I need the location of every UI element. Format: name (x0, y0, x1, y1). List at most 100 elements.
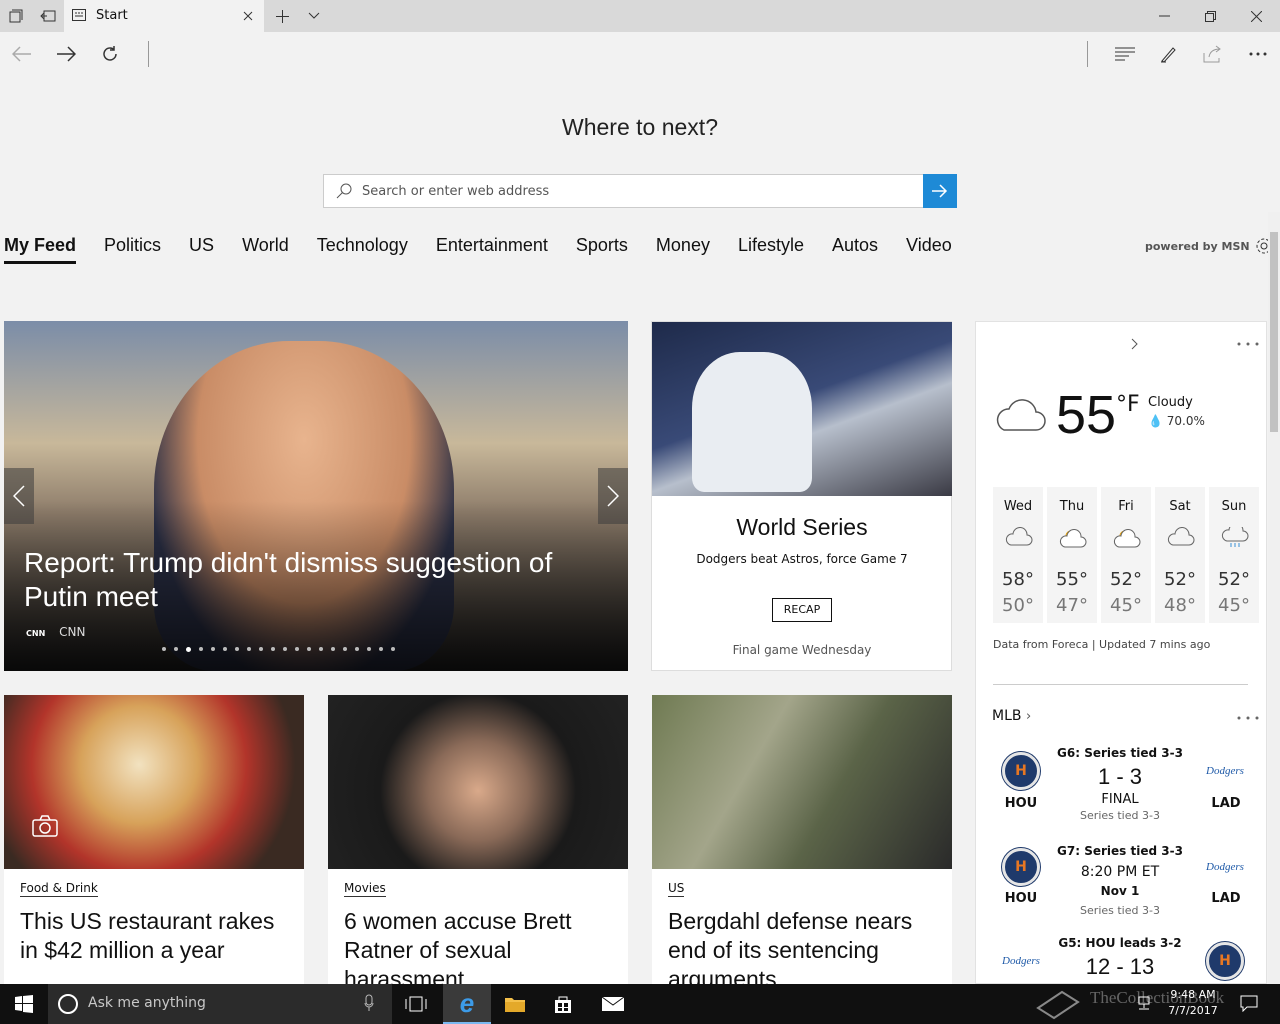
world-series-card[interactable]: World Series Dodgers beat Astros, force … (651, 321, 952, 671)
partly-sunny-icon (1113, 527, 1141, 553)
web-note-icon[interactable] (1157, 42, 1181, 66)
carousel-dot[interactable] (259, 647, 263, 651)
back-icon[interactable] (10, 42, 34, 66)
carousel-dot[interactable] (367, 647, 371, 651)
scrollbar-thumb[interactable] (1270, 232, 1278, 432)
category-my-feed[interactable]: My Feed (4, 232, 77, 264)
forecast-day[interactable]: Sat 52° 48° (1155, 487, 1205, 623)
more-icon[interactable] (1246, 42, 1270, 66)
edge-logo-icon: e (459, 987, 475, 1018)
search-box[interactable] (323, 174, 957, 208)
tab-start[interactable]: Start (64, 0, 264, 32)
forecast-day[interactable]: Wed 58° 50° (993, 487, 1043, 623)
game-header: G5: HOU leads 3-2 (1058, 936, 1182, 950)
edge-taskbar-icon[interactable]: e (443, 984, 491, 1024)
news-tile[interactable]: Movies 6 women accuse Brett Ratner of se… (328, 695, 628, 984)
carousel-dot[interactable] (295, 647, 299, 651)
tile-category[interactable]: US (668, 881, 685, 897)
tab-manager-icon[interactable] (6, 6, 26, 26)
category-money[interactable]: Money (656, 232, 710, 264)
tile-title[interactable]: 6 women accuse Brett Ratner of sexual ha… (344, 907, 619, 984)
weather-next-icon[interactable] (1126, 336, 1142, 352)
carousel-dot[interactable] (211, 647, 215, 651)
new-tab-icon[interactable] (272, 6, 292, 26)
carousel-dot[interactable] (355, 647, 359, 651)
carousel-dot[interactable] (186, 647, 191, 652)
search-input[interactable] (362, 175, 922, 207)
forecast-day[interactable]: Thu 55° 47° (1047, 487, 1097, 623)
close-window-icon[interactable] (1244, 6, 1268, 26)
recap-button[interactable]: RECAP (772, 598, 832, 622)
carousel-dot[interactable] (174, 647, 178, 651)
notifications-icon[interactable] (1240, 994, 1258, 1012)
restore-icon[interactable] (1198, 6, 1222, 26)
mlb-header[interactable]: MLB › (992, 708, 1031, 724)
mlb-game[interactable]: H HOU G6: Series tied 3-3 1 - 3 FINAL Se… (992, 744, 1248, 834)
tile-category[interactable]: Food & Drink (20, 881, 98, 897)
forecast-day[interactable]: Sun 52° 45° (1209, 487, 1259, 623)
weather-source[interactable]: Data from Foreca | Updated 7 mins ago (993, 638, 1210, 651)
minimize-icon[interactable] (1152, 6, 1176, 26)
hub-icon[interactable] (1113, 42, 1137, 66)
forecast-day-label: Thu (1059, 499, 1085, 514)
close-tab-icon[interactable] (240, 8, 256, 24)
category-autos[interactable]: Autos (832, 232, 878, 264)
forecast-day[interactable]: Fri 52° 45° (1101, 487, 1151, 623)
category-technology[interactable]: Technology (317, 232, 408, 264)
category-world[interactable]: World (242, 232, 289, 264)
weather-more-icon[interactable] (1236, 336, 1260, 352)
carousel-next-button[interactable] (598, 468, 628, 524)
go-button[interactable] (923, 174, 957, 208)
mlb-game[interactable]: Dodgers G5: HOU leads 3-2 12 - 13 H (992, 936, 1248, 983)
category-lifestyle[interactable]: Lifestyle (738, 232, 804, 264)
set-aside-tabs-icon[interactable] (38, 6, 58, 26)
carousel-dot[interactable] (162, 647, 166, 651)
news-tile[interactable]: US Bergdahl defense nears end of its sen… (652, 695, 952, 984)
forecast-low: 50° (1002, 595, 1034, 616)
forward-icon[interactable] (54, 42, 78, 66)
news-tile[interactable]: Food & Drink This US restaurant rakes in… (4, 695, 304, 984)
refresh-icon[interactable] (98, 42, 122, 66)
share-icon[interactable] (1201, 42, 1225, 66)
hero-carousel[interactable]: Report: Trump didn't dismiss suggestion … (4, 321, 628, 671)
tab-preview-chevron-icon[interactable] (304, 6, 324, 26)
windows-start-icon[interactable] (0, 984, 48, 1024)
carousel-dot[interactable] (391, 647, 395, 651)
category-us[interactable]: US (189, 232, 214, 264)
carousel-dot[interactable] (199, 647, 203, 651)
mlb-more-icon[interactable] (1236, 710, 1260, 726)
batter-figure (692, 352, 812, 492)
task-view-icon[interactable] (392, 984, 440, 1024)
network-icon[interactable] (1136, 995, 1152, 1011)
carousel-dot[interactable] (283, 647, 287, 651)
category-video[interactable]: Video (906, 232, 952, 264)
mlb-game[interactable]: H HOU G7: Series tied 3-3 8:20 PM ET Nov… (992, 842, 1248, 932)
carousel-dot[interactable] (331, 647, 335, 651)
taskbar-clock[interactable]: 9:48 AM 7/7/2017 (1158, 987, 1228, 1019)
carousel-dot[interactable] (223, 647, 227, 651)
carousel-dot[interactable] (235, 647, 239, 651)
tile-title[interactable]: Bergdahl defense nears end of its senten… (668, 907, 943, 984)
mail-icon[interactable] (589, 984, 637, 1024)
carousel-dot[interactable] (343, 647, 347, 651)
category-politics[interactable]: Politics (104, 232, 161, 264)
carousel-dot[interactable] (247, 647, 251, 651)
carousel-dot[interactable] (379, 647, 383, 651)
forecast-low: 45° (1218, 595, 1250, 616)
carousel-dot[interactable] (271, 647, 275, 651)
powered-by-label: powered by MSN (1145, 240, 1250, 253)
dodgers-logo: Dodgers (1206, 765, 1244, 777)
tile-category[interactable]: Movies (344, 881, 386, 897)
cortana-search-box[interactable]: Ask me anything (48, 984, 392, 1024)
category-entertainment[interactable]: Entertainment (436, 232, 548, 264)
carousel-dot[interactable] (307, 647, 311, 651)
tile-title[interactable]: This US restaurant rakes in $42 million … (20, 907, 295, 965)
file-explorer-icon[interactable] (491, 984, 539, 1024)
carousel-prev-button[interactable] (4, 468, 34, 524)
hero-headline[interactable]: Report: Trump didn't dismiss suggestion … (24, 546, 584, 614)
store-icon[interactable] (539, 984, 587, 1024)
carousel-dot[interactable] (319, 647, 323, 651)
category-sports[interactable]: Sports (576, 232, 628, 264)
page-scrollbar[interactable] (1268, 212, 1280, 984)
microphone-icon[interactable] (364, 994, 374, 1012)
